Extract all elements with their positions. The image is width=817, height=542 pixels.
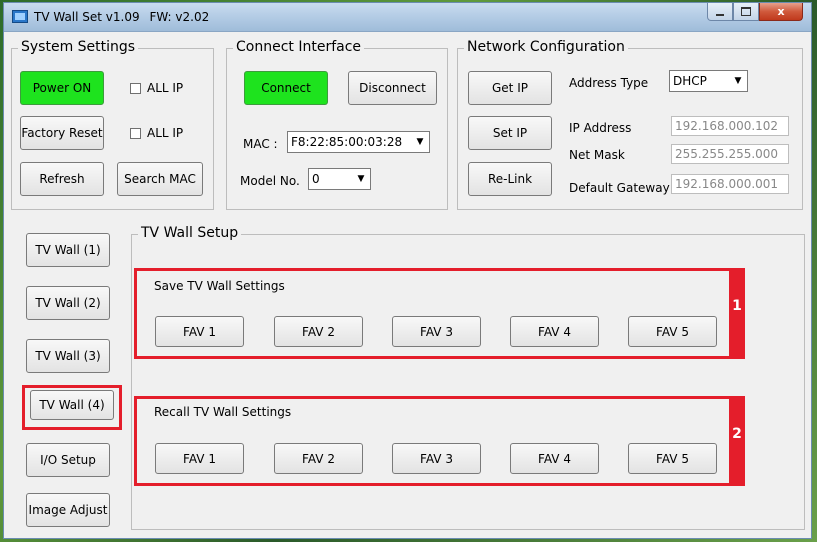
network-configuration-label: Network Configuration	[464, 38, 628, 56]
address-type-value: DHCP	[673, 74, 707, 88]
close-icon: x	[777, 5, 785, 18]
app-icon	[12, 10, 28, 23]
minimize-button[interactable]	[707, 3, 733, 21]
recall-tv-wall-settings-title: Recall TV Wall Settings	[154, 405, 292, 419]
all-ip-label-2: ALL IP	[147, 126, 184, 140]
window-title-text: TV Wall Set v1.09	[34, 10, 140, 24]
marker-1: 1	[729, 268, 745, 359]
all-ip-label-1: ALL IP	[147, 81, 184, 95]
model-no-select[interactable]: 0 ▼	[308, 168, 371, 190]
get-ip-button[interactable]: Get IP	[468, 71, 552, 105]
default-gateway-label: Default Gateway	[569, 181, 670, 195]
save-fav-2-button[interactable]: FAV 2	[274, 316, 363, 347]
minimize-icon	[716, 13, 724, 16]
sidebar-item-tv-wall-3[interactable]: TV Wall (3)	[26, 339, 110, 373]
connect-button[interactable]: Connect	[244, 71, 328, 105]
mac-value: F8:22:85:00:03:28	[291, 135, 403, 149]
recall-fav-4-button[interactable]: FAV 4	[510, 443, 599, 474]
net-mask-field[interactable]: 255.255.255.000	[671, 144, 789, 164]
save-fav-1-button[interactable]: FAV 1	[155, 316, 244, 347]
address-type-select[interactable]: DHCP ▼	[669, 70, 748, 92]
refresh-button[interactable]: Refresh	[20, 162, 104, 196]
chevron-down-icon[interactable]: ▼	[731, 73, 745, 89]
system-settings-label: System Settings	[18, 38, 139, 56]
save-fav-5-button[interactable]: FAV 5	[628, 316, 717, 347]
maximize-button[interactable]	[733, 3, 759, 21]
network-configuration-group: Network Configuration Get IP Set IP Re-L…	[457, 38, 803, 210]
model-no-label: Model No.	[240, 174, 300, 188]
save-fav-4-button[interactable]: FAV 4	[510, 316, 599, 347]
set-ip-button[interactable]: Set IP	[468, 116, 552, 150]
all-ip-checkbox-1[interactable]: ALL IP	[130, 81, 183, 95]
app-window: TV Wall Set v1.09 FW: v2.02 x System Set…	[3, 2, 812, 539]
power-on-button[interactable]: Power ON	[20, 71, 104, 105]
sidebar-item-tv-wall-2[interactable]: TV Wall (2)	[26, 286, 110, 320]
ip-address-label: IP Address	[569, 121, 632, 135]
connect-interface-group: Connect Interface Connect Disconnect MAC…	[226, 38, 448, 210]
chevron-down-icon[interactable]: ▼	[413, 134, 427, 150]
mac-label: MAC :	[243, 137, 278, 151]
checkbox-box[interactable]	[130, 127, 141, 139]
chevron-down-icon[interactable]: ▼	[354, 171, 368, 187]
search-mac-button[interactable]: Search MAC	[117, 162, 203, 196]
disconnect-button[interactable]: Disconnect	[348, 71, 437, 105]
default-gateway-field[interactable]: 192.168.000.001	[671, 174, 789, 194]
save-tv-wall-settings-title: Save TV Wall Settings	[154, 279, 285, 293]
title-bar[interactable]: TV Wall Set v1.09 FW: v2.02 x	[4, 3, 811, 32]
address-type-label: Address Type	[569, 76, 649, 90]
sidebar-item-tv-wall-1[interactable]: TV Wall (1)	[26, 233, 110, 267]
model-no-value: 0	[312, 172, 320, 186]
marker-2: 2	[729, 396, 745, 486]
system-settings-group: System Settings Power ON ALL IP Factory …	[11, 38, 214, 210]
recall-fav-2-button[interactable]: FAV 2	[274, 443, 363, 474]
recall-fav-3-button[interactable]: FAV 3	[392, 443, 481, 474]
checkbox-box[interactable]	[130, 82, 141, 94]
close-button[interactable]: x	[759, 3, 803, 21]
save-fav-3-button[interactable]: FAV 3	[392, 316, 481, 347]
window-title: TV Wall Set v1.09 FW: v2.02	[34, 10, 209, 24]
factory-reset-button[interactable]: Factory Reset	[20, 116, 104, 150]
recall-fav-1-button[interactable]: FAV 1	[155, 443, 244, 474]
firmware-version: FW: v2.02	[149, 10, 210, 24]
all-ip-checkbox-2[interactable]: ALL IP	[130, 126, 183, 140]
sidebar-item-io-setup[interactable]: I/O Setup	[26, 443, 110, 477]
mac-select[interactable]: F8:22:85:00:03:28 ▼	[287, 131, 430, 153]
ip-address-field[interactable]: 192.168.000.102	[671, 116, 789, 136]
connect-interface-label: Connect Interface	[233, 38, 365, 56]
net-mask-label: Net Mask	[569, 148, 625, 162]
tv-wall-setup-label: TV Wall Setup	[138, 224, 242, 242]
window-controls: x	[707, 3, 803, 23]
sidebar-item-image-adjust[interactable]: Image Adjust	[26, 493, 110, 527]
sidebar-item-tv-wall-4[interactable]: TV Wall (4)	[30, 390, 114, 420]
relink-button[interactable]: Re-Link	[468, 162, 552, 196]
maximize-icon	[741, 7, 751, 16]
recall-fav-5-button[interactable]: FAV 5	[628, 443, 717, 474]
